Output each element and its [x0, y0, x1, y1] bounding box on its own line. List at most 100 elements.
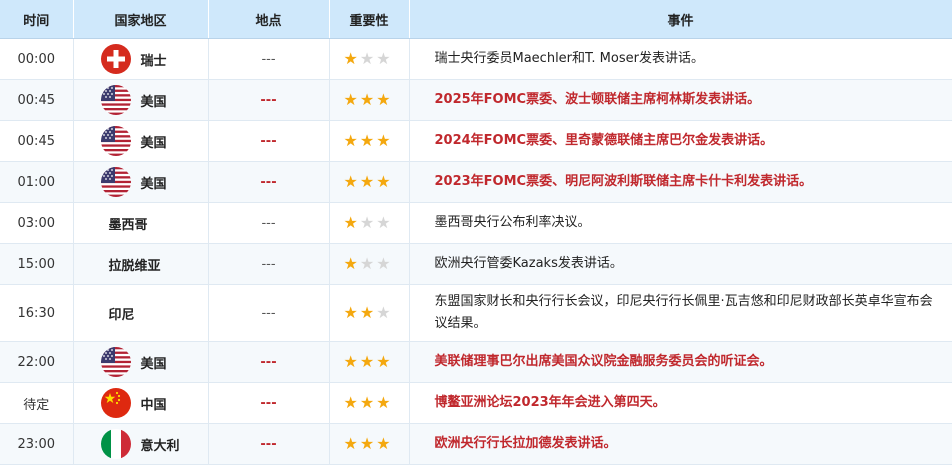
event-time: 00:45 [0, 79, 74, 121]
event-location: --- [208, 284, 330, 342]
country-name: 印尼 [108, 307, 135, 323]
country-name: 拉脱维亚 [108, 258, 161, 274]
star-filled-icon: ★ [376, 131, 391, 150]
event-location: --- [208, 38, 330, 80]
header-country: 国家地区 [73, 0, 209, 39]
country-name: 美国 [140, 176, 167, 192]
star-empty-icon: ★ [359, 254, 375, 273]
header-event: 事件 [409, 0, 952, 39]
table-row: 16:30 印尼 --- ★ ★ ★ 东盟国家财长和央行行长会议，印尼央行行长佩里·瓦吉悠和… [0, 284, 952, 342]
event-time: 00:45 [0, 120, 74, 162]
importance-rating: ★ ★ ★ [329, 341, 410, 383]
china-flag-icon [100, 388, 131, 418]
event-description: 美联储理事巴尔出席美国众议院金融服务委员会的听证会。 [409, 341, 952, 383]
star-empty-icon: ★ [376, 254, 391, 273]
table-row: 00:45 美国 --- ★ ★ ★ 2025年FOMC票委、波士顿联储主席柯林斯发表讲话… [0, 79, 952, 121]
star-filled-icon: ★ [376, 352, 391, 371]
country-name: 瑞士 [140, 53, 167, 69]
star-filled-icon: ★ [359, 352, 375, 371]
event-description: 欧洲央行管委Kazaks发表讲话。 [409, 243, 952, 285]
star-filled-icon: ★ [343, 49, 358, 68]
event-description: 2024年FOMC票委、里奇蒙德联储主席巴尔金发表讲话。 [409, 120, 952, 162]
importance-rating: ★ ★ ★ [329, 382, 410, 424]
importance-rating: ★ ★ ★ [329, 284, 410, 342]
country-cell: 美国 [73, 161, 209, 203]
event-description: 2023年FOMC票委、明尼阿波利斯联储主席卡什卡利发表讲话。 [409, 161, 952, 203]
usa-flag-icon [100, 167, 131, 197]
header-time: 时间 [0, 0, 74, 39]
star-filled-icon: ★ [376, 90, 391, 109]
importance-rating: ★ ★ ★ [329, 243, 410, 285]
star-filled-icon: ★ [343, 90, 358, 109]
star-filled-icon: ★ [376, 172, 391, 191]
header-location: 地点 [208, 0, 330, 39]
country-cell: 中国 [73, 382, 209, 424]
country-name: 墨西哥 [108, 217, 148, 233]
usa-flag-icon [100, 347, 131, 377]
economic-calendar-table: 时间 国家地区 地点 重要性 事件 00:00 瑞士 --- ★ ★ ★ 瑞士央行委员Ma… [0, 0, 952, 465]
importance-rating: ★ ★ ★ [329, 120, 410, 162]
country-cell: 印尼 [73, 284, 209, 342]
importance-rating: ★ ★ ★ [329, 202, 410, 244]
table-row: 23:00 意大利 --- ★ ★ ★ 欧洲央行行长拉加德发表讲话。 [0, 423, 952, 465]
table-row: 15:00 拉脱维亚 --- ★ ★ ★ 欧洲央行管委Kazaks发表讲话。 [0, 243, 952, 285]
star-filled-icon: ★ [343, 393, 358, 412]
country-cell: 美国 [73, 79, 209, 121]
event-location: --- [208, 120, 330, 162]
country-name: 意大利 [140, 438, 180, 454]
star-filled-icon: ★ [343, 254, 358, 273]
event-location: --- [208, 341, 330, 383]
star-empty-icon: ★ [359, 49, 375, 68]
table-header-row: 时间 国家地区 地点 重要性 事件 [0, 0, 952, 39]
star-filled-icon: ★ [359, 172, 375, 191]
event-time: 23:00 [0, 423, 74, 465]
importance-rating: ★ ★ ★ [329, 161, 410, 203]
event-location: --- [208, 423, 330, 465]
event-location: --- [208, 382, 330, 424]
event-location: --- [208, 161, 330, 203]
star-filled-icon: ★ [343, 131, 358, 150]
event-time: 待定 [0, 382, 74, 424]
event-description: 2025年FOMC票委、波士顿联储主席柯林斯发表讲话。 [409, 79, 952, 121]
country-cell: 拉脱维亚 [73, 243, 209, 285]
event-description: 欧洲央行行长拉加德发表讲话。 [409, 423, 952, 465]
usa-flag-icon [100, 126, 131, 156]
star-filled-icon: ★ [359, 393, 375, 412]
event-location: --- [208, 202, 330, 244]
table-row: 03:00 墨西哥 --- ★ ★ ★ 墨西哥央行公布利率决议。 [0, 202, 952, 244]
star-filled-icon: ★ [359, 90, 375, 109]
country-name: 美国 [140, 94, 167, 110]
event-time: 03:00 [0, 202, 74, 244]
event-description: 博鳌亚洲论坛2023年年会进入第四天。 [409, 382, 952, 424]
table-row: 22:00 美国 --- ★ ★ ★ 美联储理事巴尔出席美国众议院金融服务委员会的听证会。 [0, 341, 952, 383]
country-cell: 意大利 [73, 423, 209, 465]
country-name: 美国 [140, 356, 167, 372]
event-location: --- [208, 79, 330, 121]
star-filled-icon: ★ [359, 303, 375, 322]
star-empty-icon: ★ [376, 49, 391, 68]
table-row: 待定 中国 --- ★ ★ ★ 博鳌亚洲论坛2023年年会进入第四天。 [0, 382, 952, 424]
event-time: 22:00 [0, 341, 74, 383]
event-time: 00:00 [0, 38, 74, 80]
star-filled-icon: ★ [376, 393, 391, 412]
usa-flag-icon [100, 85, 131, 115]
event-time: 01:00 [0, 161, 74, 203]
event-description: 墨西哥央行公布利率决议。 [409, 202, 952, 244]
star-empty-icon: ★ [376, 213, 391, 232]
table-row: 00:45 美国 --- ★ ★ ★ 2024年FOMC票委、里奇蒙德联储主席巴尔金发表讲… [0, 120, 952, 162]
table-row: 01:00 美国 --- ★ ★ ★ 2023年FOMC票委、明尼阿波利斯联储主席卡什卡利… [0, 161, 952, 203]
star-filled-icon: ★ [343, 434, 358, 453]
country-cell: 瑞士 [73, 38, 209, 80]
importance-rating: ★ ★ ★ [329, 38, 410, 80]
country-cell: 墨西哥 [73, 202, 209, 244]
event-time: 15:00 [0, 243, 74, 285]
star-filled-icon: ★ [343, 172, 358, 191]
star-empty-icon: ★ [376, 303, 391, 322]
country-name: 美国 [140, 135, 167, 151]
country-cell: 美国 [73, 120, 209, 162]
star-filled-icon: ★ [343, 213, 358, 232]
country-cell: 美国 [73, 341, 209, 383]
event-description: 东盟国家财长和央行行长会议，印尼央行行长佩里·瓦吉悠和印尼财政部长英卓华宣布会议… [409, 284, 952, 342]
country-name: 中国 [140, 397, 167, 413]
importance-rating: ★ ★ ★ [329, 423, 410, 465]
